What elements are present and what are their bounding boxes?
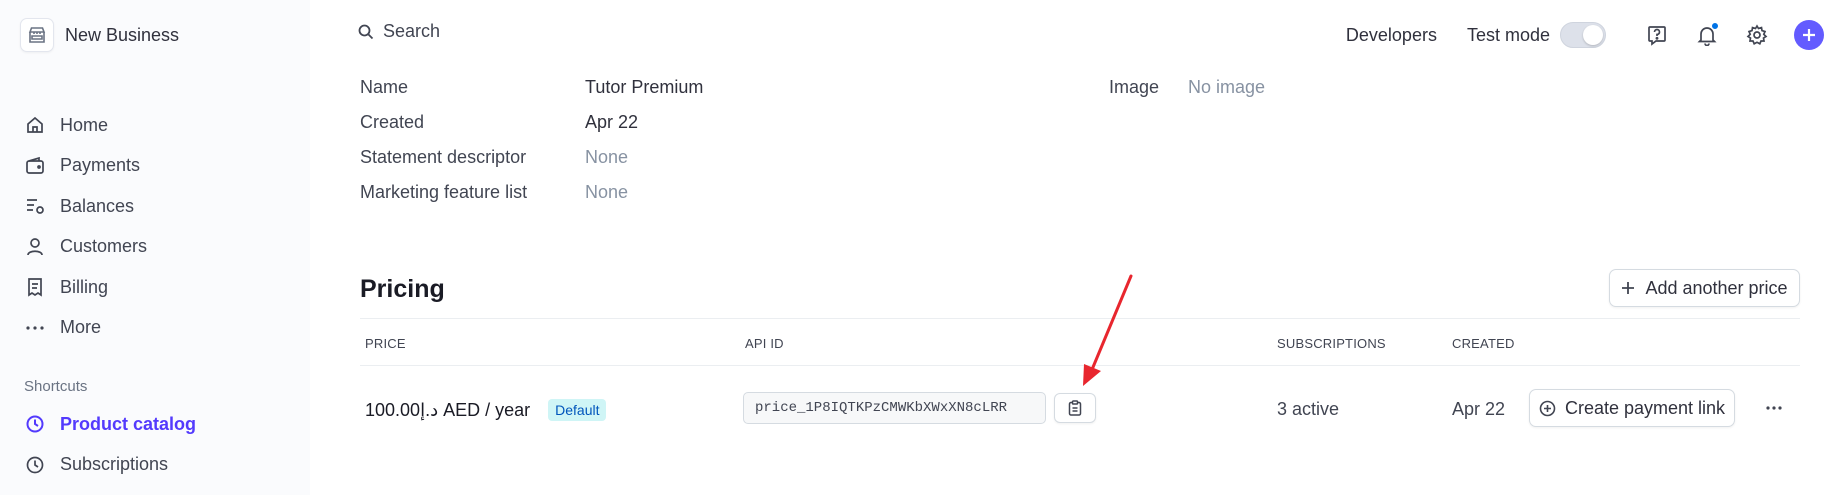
settings-gear-icon[interactable] — [1744, 22, 1770, 48]
nav-label: Payments — [60, 155, 141, 176]
copy-api-id-button[interactable] — [1054, 393, 1096, 423]
detail-value: Tutor Premium — [585, 77, 704, 97]
more-dots-icon — [1766, 406, 1782, 410]
search-placeholder: Search — [383, 21, 441, 41]
test-mode-toggle[interactable] — [1560, 22, 1606, 48]
shortcut-product-catalog[interactable]: Product catalog — [24, 404, 196, 445]
billing-icon — [24, 276, 46, 298]
created-date: Apr 22 — [1452, 399, 1506, 419]
detail-value: Apr 22 — [585, 112, 639, 132]
clock-icon — [24, 413, 46, 435]
home-icon — [24, 114, 46, 136]
business-name: New Business — [65, 24, 180, 45]
clipboard-icon — [1068, 400, 1082, 416]
price-amount: 100.00د.إ AED / year — [365, 399, 531, 420]
detail-label: Created — [360, 112, 425, 132]
annotation-arrow-icon — [1083, 274, 1133, 386]
nav-item-customers[interactable]: Customers — [24, 227, 147, 268]
detail-value: None — [585, 147, 629, 167]
shortcut-subscriptions[interactable]: Subscriptions — [24, 445, 196, 486]
developers-link[interactable]: Developers — [1346, 25, 1437, 46]
pricing-heading: Pricing — [360, 275, 445, 303]
shortcut-label: Subscriptions — [60, 454, 169, 475]
button-label: Add another price — [1645, 277, 1788, 298]
detail-row-name: Name Tutor Premium — [360, 77, 703, 112]
product-details: Name Tutor Premium Created Apr 22 Statem… — [360, 77, 703, 217]
detail-value: No image — [1188, 77, 1266, 97]
shortcut-label: Product catalog — [60, 413, 197, 434]
price-cell[interactable]: 100.00د.إ AED / year Default — [365, 399, 607, 421]
nav-item-billing[interactable]: Billing — [24, 267, 147, 308]
nav-label: Customers — [60, 236, 148, 257]
toggle-knob — [1583, 25, 1603, 45]
detail-value: None — [585, 182, 629, 202]
column-header-price: PRICE — [365, 336, 406, 351]
detail-label: Statement descriptor — [360, 147, 527, 167]
row-actions-more-button[interactable] — [1762, 398, 1786, 418]
nav-label: Home — [60, 114, 109, 135]
balances-icon — [24, 195, 46, 217]
api-id-field[interactable]: price_1P8IQTKPzCMWKbXWxXN8cLRR — [743, 392, 1046, 424]
detail-row-created: Created Apr 22 — [360, 112, 703, 147]
detail-row-statement-descriptor: Statement descriptor None — [360, 147, 703, 182]
business-switcher[interactable]: New Business — [20, 18, 179, 52]
create-payment-link-button[interactable]: Create payment link — [1529, 389, 1735, 427]
search-icon — [358, 24, 374, 40]
nav-item-payments[interactable]: Payments — [24, 146, 147, 187]
nav-item-balances[interactable]: Balances — [24, 186, 147, 227]
nav-label: Balances — [60, 195, 135, 216]
button-label: Create payment link — [1564, 397, 1726, 418]
wallet-icon — [24, 155, 46, 177]
clock-icon — [24, 454, 46, 476]
nav-item-more[interactable]: More — [24, 308, 147, 349]
column-header-subscriptions: SUBSCRIPTIONS — [1277, 336, 1386, 351]
detail-row-image: Image No image — [1109, 77, 1265, 98]
detail-label: Image — [1109, 77, 1160, 97]
shortcuts-nav: Product catalog Subscriptions — [24, 404, 196, 485]
notification-dot — [1711, 22, 1719, 30]
detail-row-marketing-features: Marketing feature list None — [360, 182, 703, 217]
create-new-button[interactable] — [1794, 20, 1824, 50]
nav-label: Billing — [60, 276, 109, 297]
person-icon — [24, 236, 46, 258]
top-actions: Developers Test mode — [1346, 18, 1824, 52]
sidebar: New Business Home Payments Balances Cust… — [0, 0, 310, 495]
add-another-price-button[interactable]: Add another price — [1609, 269, 1800, 307]
plus-icon — [1621, 281, 1635, 295]
plus-circle-icon — [1539, 400, 1556, 417]
detail-label: Name — [360, 77, 409, 97]
subscriptions-count: 3 active — [1277, 399, 1340, 419]
nav-item-home[interactable]: Home — [24, 105, 147, 146]
column-header-api-id: API ID — [745, 336, 784, 351]
nav-label: More — [60, 317, 102, 338]
search-input[interactable]: Search — [358, 21, 440, 42]
test-mode-label: Test mode — [1466, 24, 1550, 45]
default-badge: Default — [548, 399, 607, 421]
notifications-bell-icon[interactable] — [1694, 22, 1720, 48]
store-icon — [20, 18, 54, 52]
detail-label: Marketing feature list — [360, 182, 528, 202]
main-nav: Home Payments Balances Customers Billing… — [24, 105, 147, 348]
column-header-created: CREATED — [1452, 336, 1515, 351]
shortcuts-heading: Shortcuts — [24, 378, 88, 395]
more-dots-icon — [24, 317, 46, 339]
help-icon[interactable] — [1644, 22, 1670, 48]
plus-icon — [1803, 29, 1815, 41]
